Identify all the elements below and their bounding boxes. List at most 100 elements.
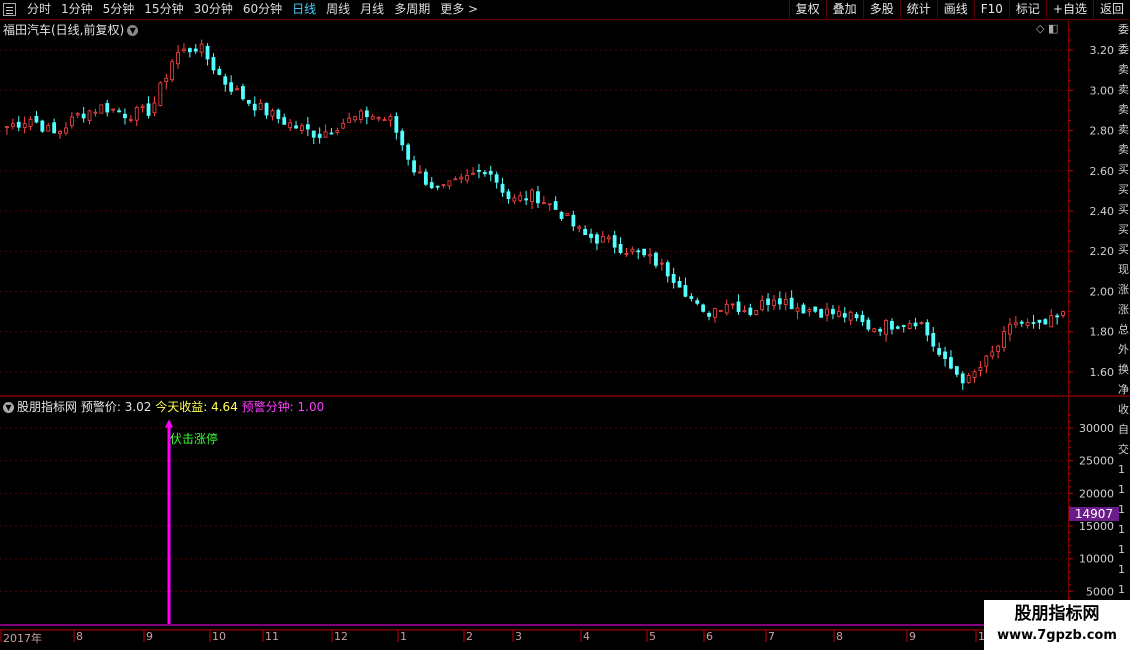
candle-body <box>93 111 98 114</box>
candle-body <box>1061 311 1065 316</box>
time-axis-label-6: 1 <box>400 630 407 643</box>
candle-body <box>453 178 458 181</box>
candle-body <box>777 298 782 305</box>
candle-body <box>813 306 818 312</box>
candle-body <box>241 86 245 100</box>
quote-label-17: 换 <box>1118 363 1129 376</box>
candle-body <box>907 323 912 329</box>
candle-body <box>270 110 275 117</box>
quote-label-1: 委 <box>1118 43 1129 56</box>
candle-body <box>34 115 39 123</box>
candle-body <box>807 309 812 312</box>
quote-label-11: 买 <box>1118 243 1129 256</box>
candle-body <box>960 373 965 384</box>
candle-body <box>518 195 523 201</box>
indicator-chevron-icon[interactable]: ▼ <box>3 402 14 413</box>
candle-body <box>123 113 127 119</box>
candle-body <box>990 351 995 357</box>
candle-body <box>801 304 806 314</box>
candle-body <box>134 107 139 121</box>
candle-body <box>394 116 399 133</box>
candle-body <box>536 191 540 204</box>
candle-body <box>506 191 511 199</box>
time-axis-label-14: 9 <box>909 630 916 643</box>
candle-body <box>831 308 835 315</box>
time-axis-label-5: 12 <box>334 630 348 643</box>
candle-body <box>465 175 470 181</box>
candle-body <box>606 236 611 240</box>
candle-body <box>925 322 930 336</box>
candle-body <box>459 176 464 180</box>
candle-body <box>341 123 346 129</box>
quote-label-12: 现 <box>1118 263 1129 276</box>
candle-body <box>996 345 1001 352</box>
candle-body <box>347 117 352 123</box>
candle-body <box>52 122 57 134</box>
quote-label-13: 涨 <box>1118 283 1129 296</box>
candle-body <box>353 116 357 121</box>
candle-body <box>69 116 74 126</box>
candle-body <box>595 234 599 244</box>
candle-body <box>677 280 682 288</box>
candle-body <box>87 110 92 121</box>
candle-body <box>170 61 175 81</box>
candle-body <box>235 88 239 91</box>
candle-body <box>724 303 729 314</box>
candle-body <box>872 328 877 332</box>
candle-body <box>288 122 293 128</box>
candle-body <box>205 45 210 60</box>
quote-label-7: 买 <box>1118 163 1129 176</box>
profit-label: 今天收益: 4.64 <box>155 400 238 414</box>
signal-label: 伏击涨停 <box>170 432 219 446</box>
candle-body <box>1019 321 1024 324</box>
y-tick-label-7: 1.80 <box>1090 326 1115 339</box>
candle-body <box>524 198 529 201</box>
candle-body <box>541 202 546 204</box>
candle-body <box>701 304 706 312</box>
quote-label-3: 卖 <box>1118 83 1129 96</box>
indicator-name: 股朋指标网 <box>17 400 78 414</box>
candle-body <box>825 308 829 316</box>
candle-body <box>954 366 959 375</box>
candle-body <box>64 127 68 134</box>
candle-body <box>748 307 753 315</box>
candle-body <box>512 197 517 202</box>
candle-body <box>583 228 588 236</box>
y-tick-label-5: 2.20 <box>1090 245 1115 258</box>
candle-body <box>152 102 157 114</box>
candle-body <box>1002 331 1006 348</box>
candle-body <box>199 43 204 53</box>
candle-body <box>636 250 641 253</box>
time-axis-label-2: 9 <box>146 630 153 643</box>
candle-body <box>305 124 310 130</box>
quote-lower-label-8: 1 <box>1118 583 1125 596</box>
candle-body <box>984 355 989 367</box>
candle-body <box>789 297 794 310</box>
quote-label-5: 卖 <box>1118 123 1129 136</box>
candle-body <box>913 322 918 327</box>
candle-body <box>146 103 151 116</box>
y-tick-label-8: 1.60 <box>1090 366 1115 379</box>
quote-label-15: 总 <box>1118 323 1129 336</box>
time-axis-label-10: 5 <box>649 630 656 643</box>
candle-body <box>766 298 770 305</box>
candle-body <box>848 311 853 321</box>
y-tick-label-2: 2.80 <box>1090 125 1115 138</box>
candle-body <box>836 310 841 317</box>
quote-lower-label-2: 1 <box>1118 463 1125 476</box>
time-axis-label-8: 3 <box>515 630 522 643</box>
candle-body <box>919 322 924 325</box>
quote-lower-label-0: 自 <box>1118 423 1129 436</box>
candle-body <box>943 351 947 360</box>
y-tick-label-3: 2.60 <box>1090 165 1115 178</box>
candle-body <box>624 253 629 255</box>
chart-canvas[interactable]: 3.20 3.00 2.80 2.60 2.40 2.20 2.00 1.80 1.60 3000… <box>0 0 1130 650</box>
quote-label-9: 买 <box>1118 203 1129 216</box>
candle-body <box>884 320 888 335</box>
candle-body <box>423 171 428 185</box>
quote-label-8: 买 <box>1118 183 1129 196</box>
candle-body <box>5 126 9 129</box>
watermark-logo: 股朋指标网 www.7gpzb.com <box>984 600 1130 650</box>
candle-body <box>164 77 169 82</box>
candle-body <box>193 48 198 52</box>
